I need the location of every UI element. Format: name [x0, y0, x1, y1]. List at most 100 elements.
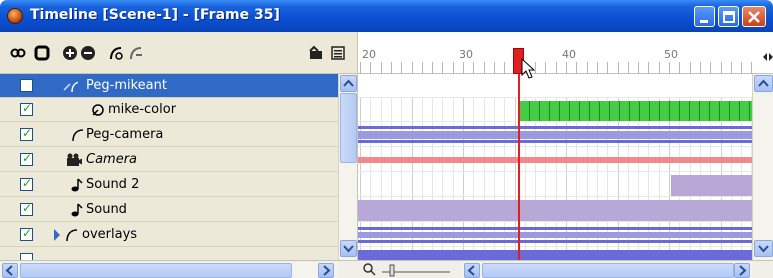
maximize-button[interactable] [718, 6, 739, 27]
peg-bar [358, 140, 752, 143]
ruler-tick [473, 62, 475, 74]
ruler-label: 50 [664, 48, 678, 61]
ruler-tick [648, 62, 650, 74]
window-title: Timeline [Scene-1] - [Frame 35] [30, 7, 280, 23]
ruler-tick [360, 62, 361, 74]
layer-enable-checkbox[interactable]: ✓ [20, 176, 33, 191]
add-peg-icon[interactable] [108, 45, 124, 61]
onion-skin-icon[interactable] [10, 45, 26, 61]
layer-row[interactable]: ✓ Sound 2 [0, 173, 338, 197]
sound-bar[interactable] [671, 175, 752, 196]
ruler-tick [483, 62, 485, 74]
frame-row[interactable] [358, 223, 752, 247]
timeline-menu-icon[interactable] [330, 45, 346, 61]
layer-enable-checkbox[interactable]: ✓ [20, 201, 33, 216]
scroll-up-button[interactable] [340, 75, 357, 92]
remove-layer-icon[interactable] [80, 45, 96, 61]
ruler-tick [638, 62, 640, 74]
frames-hscrollbar[interactable] [462, 262, 752, 278]
toggle-visibility-icon[interactable] [34, 45, 50, 61]
frame-row[interactable] [358, 248, 752, 260]
add-layer-icon[interactable] [62, 45, 78, 61]
ruler-tick [380, 62, 382, 74]
drawing-cells[interactable] [520, 101, 752, 121]
ruler-tick [617, 62, 619, 74]
scrollbar-thumb[interactable] [482, 263, 734, 278]
layer-row[interactable]: ✓ Camera [0, 148, 338, 172]
scrollbar-thumb[interactable] [20, 263, 292, 278]
ruler-tick [658, 62, 660, 74]
layer-name: Sound [86, 202, 127, 217]
ruler-tick [730, 62, 732, 74]
ruler-tick [741, 62, 743, 74]
frame-row[interactable] [358, 74, 752, 98]
ruler-tick [452, 62, 454, 74]
peg-icon [66, 229, 78, 242]
timeline-toolbar [0, 32, 357, 74]
layer-name: Peg-camera [86, 127, 164, 142]
frame-row[interactable] [358, 148, 752, 172]
close-button[interactable] [742, 6, 766, 27]
add-parent-peg-icon[interactable] [128, 45, 144, 61]
ruler-tick [545, 62, 547, 74]
layer-row[interactable]: ✓ mike-color [0, 98, 338, 122]
ruler-arrows-icon[interactable] [762, 52, 773, 62]
scrollbar-thumb[interactable] [340, 93, 357, 163]
playhead-line[interactable] [518, 74, 520, 260]
layer-enable-checkbox[interactable]: ✓ [20, 101, 33, 116]
minimize-button[interactable] [694, 6, 715, 27]
ruler-tick [669, 62, 670, 74]
frame-row[interactable] [358, 198, 752, 222]
peg-icon [63, 81, 78, 93]
ruler-tick [596, 62, 598, 74]
layer-hscrollbar[interactable] [0, 262, 338, 278]
ruler-tick [586, 62, 588, 74]
layer-enable-checkbox[interactable] [20, 79, 33, 92]
frame-row[interactable] [358, 98, 752, 122]
ruler-tick [607, 62, 609, 74]
window-title-bar[interactable]: Timeline [Scene-1] - [Frame 35] [0, 0, 773, 32]
peg-bar [358, 126, 752, 129]
ruler-tick [689, 62, 691, 74]
scene-icon[interactable] [308, 45, 324, 61]
layer-row[interactable] [0, 248, 338, 260]
layer-list-scrollbar[interactable] [338, 74, 357, 260]
scroll-left-button[interactable] [2, 263, 18, 278]
scroll-left-button[interactable] [464, 263, 480, 278]
ruler-tick [535, 62, 537, 74]
layer-name: overlays [82, 227, 138, 242]
ruler-tick [370, 62, 372, 74]
sound-bar[interactable] [358, 200, 752, 221]
layer-enable-checkbox[interactable]: ✓ [20, 151, 33, 166]
peg-bar [358, 240, 752, 243]
ruler-tick [576, 62, 578, 74]
ruler-tick [566, 62, 567, 74]
mouse-cursor-icon [521, 58, 535, 79]
frame-row[interactable] [358, 173, 752, 197]
peg-bar [358, 232, 752, 238]
frame-row[interactable] [358, 123, 752, 147]
scroll-right-button[interactable] [734, 263, 750, 278]
layer-enable-checkbox[interactable] [20, 253, 33, 260]
sound-icon [71, 203, 83, 217]
layer-row[interactable]: ✓ overlays [0, 223, 338, 247]
ruler-tick [442, 62, 444, 74]
layer-name: mike-color [108, 102, 177, 117]
layer-enable-checkbox[interactable]: ✓ [20, 226, 33, 241]
scroll-right-button[interactable] [318, 263, 334, 278]
layer-row[interactable]: ✓ Sound [0, 198, 338, 222]
zoom-slider[interactable] [362, 262, 452, 278]
layer-row[interactable]: ✓ Peg-camera [0, 123, 338, 147]
frames-scrollbar[interactable] [752, 74, 773, 260]
scroll-up-button[interactable] [754, 75, 773, 92]
layer-name: Peg-mikeant [86, 78, 167, 93]
peg-icon [72, 129, 84, 142]
frame-ruler[interactable]: 20 30 40 50 [357, 32, 773, 74]
layer-row[interactable]: Peg-mikeant [0, 74, 338, 98]
layer-name: Sound 2 [86, 177, 140, 192]
ruler-label: 30 [459, 48, 473, 61]
scroll-down-button[interactable] [754, 240, 773, 257]
scroll-down-button[interactable] [340, 240, 357, 257]
frames-grid[interactable] [357, 74, 752, 260]
layer-enable-checkbox[interactable]: ✓ [20, 126, 33, 141]
